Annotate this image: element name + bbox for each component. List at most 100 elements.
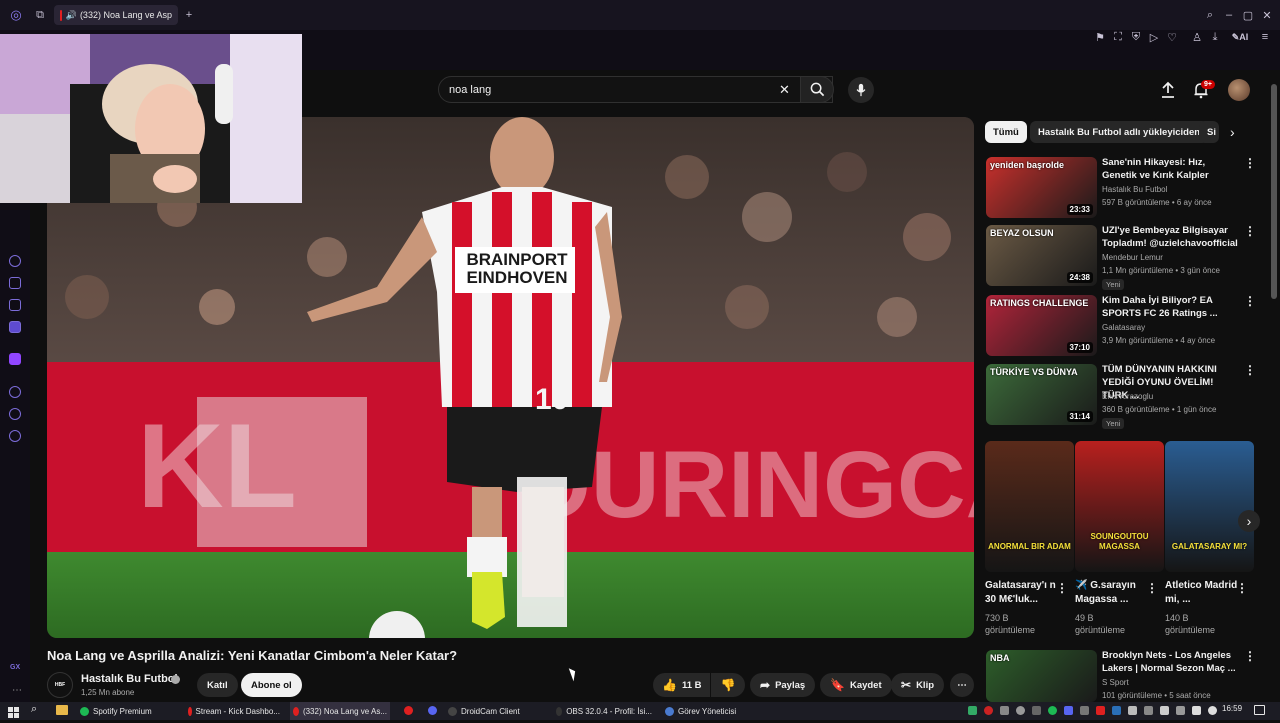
tray-steam-icon[interactable] bbox=[1112, 706, 1121, 715]
clip-button[interactable]: ✂ Klip bbox=[891, 673, 945, 697]
network-icon[interactable] bbox=[1192, 706, 1201, 715]
rec-channel[interactable]: S Sport bbox=[1102, 678, 1129, 687]
tray-app-icon-5[interactable] bbox=[1080, 706, 1089, 715]
tray-app-icon-3[interactable] bbox=[1016, 706, 1025, 715]
rec-title[interactable]: Kim Daha İyi Biliyor? EA SPORTS FC 26 Ra… bbox=[1102, 294, 1242, 320]
more-icon[interactable]: ⋯ bbox=[12, 685, 22, 696]
taskbar-app[interactable]: (332) Noa Lang ve As... bbox=[290, 702, 390, 720]
shorts-next-icon[interactable]: › bbox=[1238, 510, 1260, 532]
taskbar-app[interactable]: Görev Yöneticisi bbox=[662, 702, 742, 720]
download-icon[interactable]: ⤓ bbox=[1208, 30, 1222, 44]
upload-icon[interactable] bbox=[1160, 81, 1176, 99]
ai-button[interactable]: ✎ AI bbox=[1228, 30, 1252, 44]
chip-partial[interactable]: Si bbox=[1199, 121, 1219, 143]
gx-corner-icon[interactable] bbox=[9, 299, 21, 311]
volume-icon[interactable] bbox=[1208, 706, 1217, 715]
chip-next-icon[interactable]: › bbox=[1230, 124, 1235, 140]
voice-search-button[interactable] bbox=[848, 77, 874, 103]
bag-icon[interactable] bbox=[9, 277, 21, 289]
new-tab-button[interactable]: + bbox=[182, 8, 196, 22]
subscribe-button[interactable]: Abone ol bbox=[241, 673, 302, 697]
short-title[interactable]: ✈️ G.sarayın Magassa ... bbox=[1075, 579, 1155, 607]
menu-icon[interactable]: ≡ bbox=[1258, 30, 1272, 44]
play-icon[interactable]: ▷ bbox=[1147, 30, 1161, 44]
settings-icon[interactable] bbox=[9, 430, 21, 442]
file-explorer-icon[interactable] bbox=[56, 705, 68, 715]
messenger-icon[interactable] bbox=[9, 321, 21, 333]
rec-thumbnail[interactable]: yeniden başrolde 23:33 bbox=[986, 157, 1097, 218]
close-icon[interactable]: ✕ bbox=[1260, 8, 1274, 22]
clock-icon[interactable] bbox=[9, 386, 21, 398]
history-icon[interactable] bbox=[9, 255, 21, 267]
rec-channel[interactable]: Galatasaray bbox=[1102, 323, 1145, 332]
twitch-icon[interactable] bbox=[9, 353, 21, 365]
search-box[interactable]: ✕ bbox=[438, 76, 833, 103]
rec-title[interactable]: Brooklyn Nets - Los Angeles Lakers | Nor… bbox=[1102, 649, 1242, 675]
tray-app-icon-1[interactable] bbox=[968, 706, 977, 715]
windows-start-icon[interactable] bbox=[8, 705, 19, 718]
scrollbar-thumb[interactable] bbox=[1271, 84, 1277, 299]
pin-icon[interactable]: ⚑ bbox=[1093, 30, 1107, 44]
short-title[interactable]: Galatasaray'ı n 30 M€'luk... bbox=[985, 579, 1065, 607]
heart-icon[interactable]: ♡ bbox=[1165, 30, 1179, 44]
avatar[interactable] bbox=[1228, 79, 1250, 101]
more-vert-icon[interactable]: ⋮ bbox=[1244, 294, 1256, 308]
snapshot-icon[interactable]: ⛶ bbox=[1111, 30, 1125, 44]
more-vert-icon[interactable]: ⋮ bbox=[1236, 581, 1248, 595]
clock[interactable]: 16:59 bbox=[1222, 704, 1242, 713]
search-input[interactable] bbox=[449, 81, 769, 99]
tray-display-icon[interactable] bbox=[1176, 706, 1185, 715]
rec-thumbnail[interactable]: RATINGS CHALLENGE 37:10 bbox=[986, 295, 1097, 356]
like-button[interactable]: 👍 11 B bbox=[653, 673, 710, 697]
share-button[interactable]: ➦ Paylaş bbox=[750, 673, 816, 697]
tray-app-icon-4[interactable] bbox=[1032, 706, 1041, 715]
rec-title[interactable]: UZI'ye Bembeyaz Bilgisayar Topladım! @uz… bbox=[1102, 224, 1242, 250]
rec-title[interactable]: Sane'nin Hikayesi: Hız, Genetik ve Kırık… bbox=[1102, 156, 1242, 182]
short-thumbnail[interactable]: SOUNGOUTOU MAGASSA bbox=[1075, 441, 1164, 572]
tray-app-icon-6[interactable] bbox=[1096, 706, 1105, 715]
rec-thumbnail[interactable]: BEYAZ OLSUN 24:38 bbox=[986, 225, 1097, 286]
workspace-icon[interactable]: ⧉ bbox=[33, 8, 47, 22]
channel-name[interactable]: Hastalık Bu Futbol bbox=[81, 673, 178, 685]
taskbar-pinned-icon[interactable] bbox=[404, 706, 413, 715]
more-vert-icon[interactable]: ⋮ bbox=[1146, 581, 1158, 595]
tray-discord-icon[interactable] bbox=[1064, 706, 1073, 715]
search-button[interactable] bbox=[800, 76, 834, 103]
tray-spotify-icon[interactable] bbox=[1048, 706, 1057, 715]
chip-all[interactable]: Tümü bbox=[985, 121, 1027, 143]
taskbar-app[interactable]: DroidCam Client bbox=[445, 702, 540, 720]
notification-center-icon[interactable] bbox=[1254, 705, 1265, 715]
rec-thumbnail[interactable]: TÜRKİYE VS DÜNYA 31:14 bbox=[986, 364, 1097, 425]
maximize-icon[interactable]: ▢ bbox=[1241, 8, 1255, 22]
opera-gx-logo-icon[interactable]: ◎ bbox=[9, 7, 23, 22]
tray-app-icon-8[interactable] bbox=[1144, 706, 1153, 715]
minimize-icon[interactable]: – bbox=[1222, 8, 1236, 22]
clear-search-icon[interactable]: ✕ bbox=[779, 82, 790, 98]
tray-app-icon-2[interactable] bbox=[1000, 706, 1009, 715]
more-vert-icon[interactable]: ⋮ bbox=[1056, 581, 1068, 595]
more-actions-button[interactable]: ⋯ bbox=[950, 673, 974, 697]
save-button[interactable]: 🔖 Kaydet bbox=[820, 673, 892, 697]
more-vert-icon[interactable]: ⋮ bbox=[1244, 224, 1256, 238]
tray-app-icon-7[interactable] bbox=[1128, 706, 1137, 715]
search-tabs-icon[interactable]: ⌕ bbox=[1203, 8, 1217, 22]
profile-icon[interactable]: ♙ bbox=[1190, 30, 1204, 44]
shield-icon[interactable]: ⛨ bbox=[1129, 30, 1143, 44]
taskbar-pinned-icon[interactable] bbox=[428, 706, 437, 715]
rec-channel[interactable]: Mendebur Lemur bbox=[1102, 253, 1163, 262]
extensions-icon[interactable] bbox=[9, 408, 21, 420]
tray-record-icon[interactable] bbox=[984, 706, 993, 715]
rec-channel[interactable]: Hastalık Bu Futbol bbox=[1102, 185, 1167, 194]
taskbar-app[interactable]: Stream - Kick Dashbo... bbox=[185, 702, 283, 720]
rec-channel[interactable]: Enis Kirazoglu bbox=[1102, 392, 1153, 401]
more-vert-icon[interactable]: ⋮ bbox=[1244, 649, 1256, 663]
more-vert-icon[interactable]: ⋮ bbox=[1244, 363, 1256, 377]
speaker-icon[interactable]: 🔊 bbox=[66, 10, 77, 21]
tab-youtube[interactable]: 🔊 (332) Noa Lang ve Asp bbox=[54, 5, 178, 25]
short-title[interactable]: Atletico Madrid mi, ... bbox=[1165, 579, 1245, 607]
short-thumbnail[interactable]: ANORMAL BIR ADAM bbox=[985, 441, 1074, 572]
short-thumbnail[interactable]: GALATASARAY MI? bbox=[1165, 441, 1254, 572]
tray-usb-icon[interactable] bbox=[1160, 706, 1169, 715]
taskbar-app[interactable]: Spotify Premium bbox=[77, 702, 177, 720]
taskbar-app[interactable]: OBS 32.0.4 - Profil: İsi... bbox=[553, 702, 655, 720]
